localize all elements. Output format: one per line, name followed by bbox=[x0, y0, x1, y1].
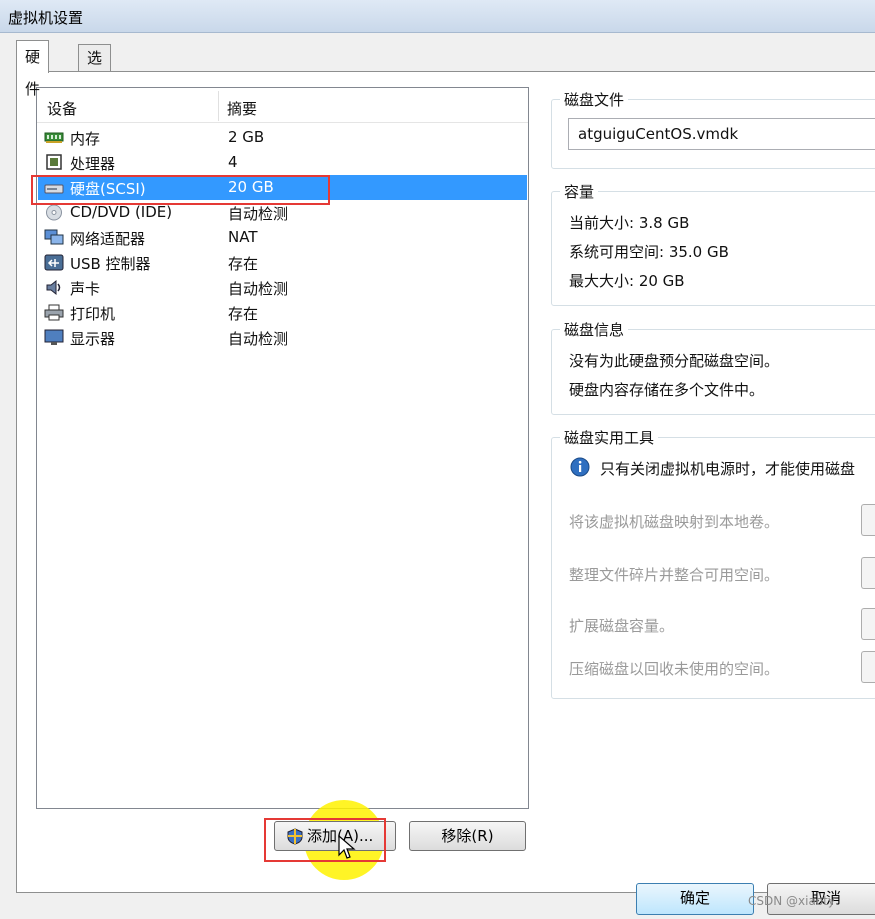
memory-icon bbox=[44, 132, 64, 143]
device-list-header: 设备 摘要 bbox=[37, 88, 528, 123]
remove-button-label: 移除(R) bbox=[441, 827, 494, 845]
device-name: USB 控制器 bbox=[70, 255, 151, 273]
mouse-cursor-icon bbox=[338, 835, 356, 859]
map-disk-text: 将该虚拟机磁盘映射到本地卷。 bbox=[569, 513, 780, 531]
disk-file-group: 磁盘文件 atguiguCentOS.vmdk bbox=[551, 89, 875, 169]
title-bar: 虚拟机设置 bbox=[0, 0, 875, 33]
column-header-summary[interactable]: 摘要 bbox=[227, 98, 257, 119]
tab-options[interactable]: 选项 bbox=[78, 44, 112, 93]
device-summary: 存在 bbox=[228, 305, 259, 323]
capacity-title: 容量 bbox=[560, 181, 599, 202]
expand-disk-text: 扩展磁盘容量。 bbox=[569, 617, 675, 635]
device-summary: 2 GB bbox=[228, 128, 265, 146]
disk-info-line-1: 没有为此硬盘预分配磁盘空间。 bbox=[569, 352, 780, 370]
window-title: 虚拟机设置 bbox=[8, 9, 84, 27]
available-space-text: 系统可用空间: 35.0 GB bbox=[569, 243, 729, 261]
device-row-usb-controller[interactable]: USB 控制器 存在 bbox=[38, 250, 527, 275]
disk-file-value: atguiguCentOS.vmdk bbox=[578, 125, 739, 143]
tab-hardware-label: 硬件 bbox=[25, 48, 41, 98]
ok-button-label: 确定 bbox=[679, 889, 710, 907]
disk-info-line-2: 硬盘内容存储在多个文件中。 bbox=[569, 381, 765, 399]
device-row-processor[interactable]: 处理器 4 bbox=[38, 150, 527, 175]
device-row-sound-card[interactable]: 声卡 自动检测 bbox=[38, 275, 527, 300]
device-summary: NAT bbox=[228, 228, 258, 246]
device-name: 内存 bbox=[70, 130, 101, 148]
device-name: 网络适配器 bbox=[70, 230, 146, 248]
cd-dvd-icon bbox=[46, 204, 62, 221]
remove-button[interactable]: 移除(R) bbox=[409, 821, 526, 851]
current-size-text: 当前大小: 3.8 GB bbox=[569, 214, 690, 232]
usb-icon bbox=[44, 254, 64, 271]
processor-icon bbox=[46, 154, 62, 170]
map-button[interactable] bbox=[861, 504, 875, 536]
capacity-group: 容量 当前大小: 3.8 GB 系统可用空间: 35.0 GB 最大大小: 20… bbox=[551, 181, 875, 306]
defragment-text: 整理文件碎片并整合可用空间。 bbox=[569, 566, 780, 584]
device-row-memory[interactable]: 内存 2 GB bbox=[38, 125, 527, 150]
max-size-text: 最大大小: 20 GB bbox=[569, 272, 685, 290]
device-summary: 自动检测 bbox=[228, 205, 289, 223]
expand-button[interactable] bbox=[861, 608, 875, 640]
compact-disk-text: 压缩磁盘以回收未使用的空间。 bbox=[569, 660, 780, 678]
device-summary: 自动检测 bbox=[228, 280, 289, 298]
disk-file-title: 磁盘文件 bbox=[560, 89, 629, 110]
annotation-box-hard-disk bbox=[31, 175, 330, 205]
display-icon bbox=[44, 329, 64, 345]
device-name: CD/DVD (IDE) bbox=[70, 203, 173, 221]
device-summary: 自动检测 bbox=[228, 330, 289, 348]
device-summary: 存在 bbox=[228, 255, 259, 273]
device-name: 声卡 bbox=[70, 280, 101, 298]
disk-info-title: 磁盘信息 bbox=[560, 319, 629, 340]
disk-file-field[interactable]: atguiguCentOS.vmdk bbox=[568, 118, 875, 150]
annotation-box-add bbox=[264, 818, 386, 862]
sound-card-icon bbox=[46, 279, 61, 296]
column-header-device[interactable]: 设备 bbox=[47, 98, 77, 119]
printer-icon bbox=[44, 304, 64, 321]
device-row-display[interactable]: 显示器 自动检测 bbox=[38, 325, 527, 350]
disk-utilities-title: 磁盘实用工具 bbox=[560, 427, 659, 448]
network-adapter-icon bbox=[44, 229, 64, 245]
device-name: 显示器 bbox=[70, 330, 116, 348]
watermark-text: CSDN @xiaoty bbox=[748, 894, 835, 908]
device-name: 处理器 bbox=[70, 155, 116, 173]
tab-hardware[interactable]: 硬件 bbox=[16, 40, 50, 98]
device-row-printer[interactable]: 打印机 存在 bbox=[38, 300, 527, 325]
defragment-button[interactable] bbox=[861, 557, 875, 589]
disk-info-group: 磁盘信息 没有为此硬盘预分配磁盘空间。 硬盘内容存储在多个文件中。 bbox=[551, 319, 875, 415]
compact-button[interactable] bbox=[861, 651, 875, 683]
power-off-note: 只有关闭虚拟机电源时，才能使用磁盘 bbox=[600, 460, 856, 478]
column-separator[interactable] bbox=[218, 91, 219, 121]
info-icon bbox=[570, 457, 590, 477]
device-name: 打印机 bbox=[70, 305, 116, 323]
device-row-network-adapter[interactable]: 网络适配器 NAT bbox=[38, 225, 527, 250]
disk-utilities-group: 磁盘实用工具 只有关闭虚拟机电源时，才能使用磁盘 将该虚拟机磁盘映射到本地卷。 … bbox=[551, 427, 875, 699]
ok-button[interactable]: 确定 bbox=[636, 883, 754, 915]
device-summary: 4 bbox=[228, 153, 238, 171]
